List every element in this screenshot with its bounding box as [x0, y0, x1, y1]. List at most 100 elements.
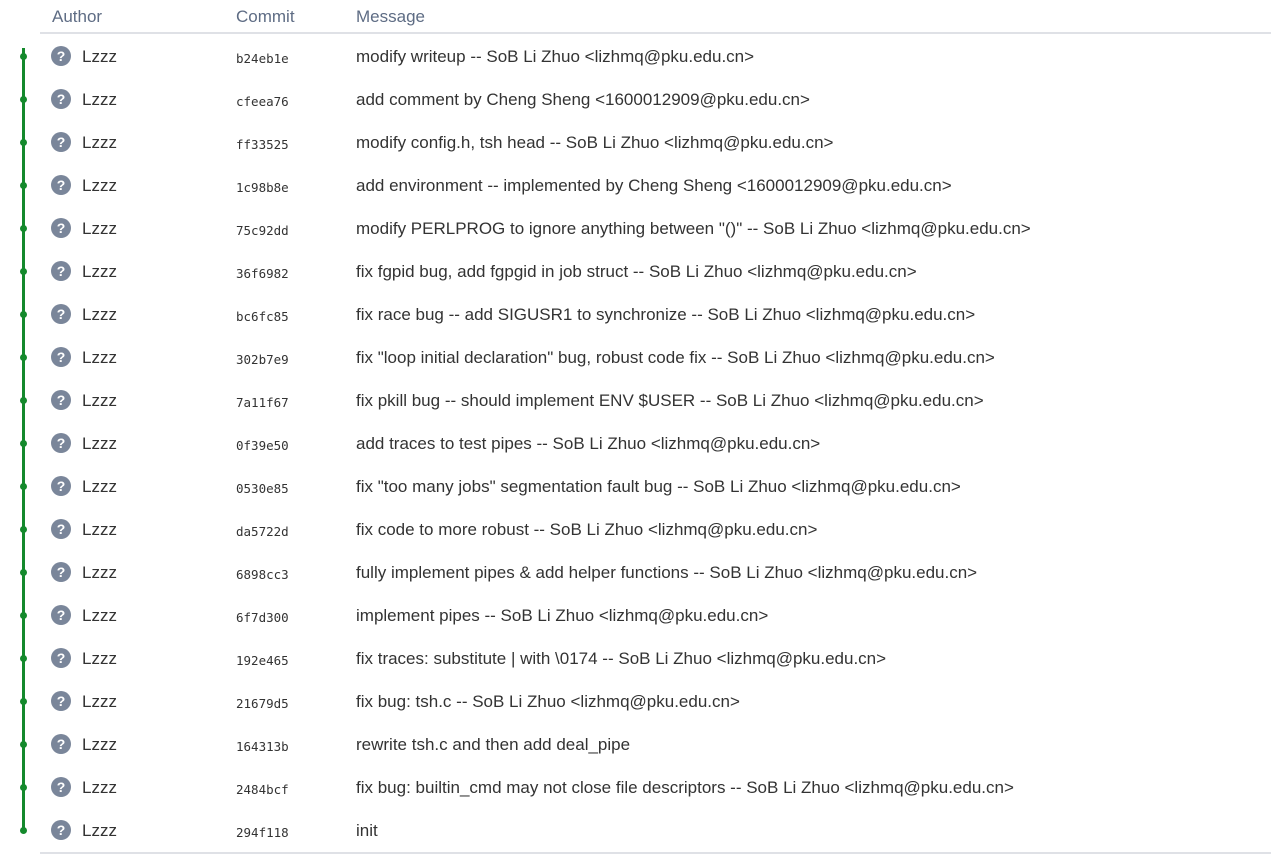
commit-graph-node — [20, 440, 27, 447]
commit-graph-node — [20, 182, 27, 189]
commit-graph-node — [20, 139, 27, 146]
commit-row[interactable]: ? Lzzz 0f39e50 add traces to test pipes -- … — [0, 422, 1271, 465]
commit-graph-node — [20, 827, 27, 834]
commit-row[interactable]: ? Lzzz 302b7e9 fix "loop initial declaratio… — [0, 336, 1271, 379]
commit-author: Lzzz — [82, 90, 117, 109]
unknown-user-avatar-icon: ? — [51, 46, 71, 66]
commit-hash-link[interactable]: 164313b — [236, 739, 289, 754]
commit-graph-node — [20, 96, 27, 103]
commit-author: Lzzz — [82, 434, 117, 453]
commit-message: fully implement pipes & add helper funct… — [356, 563, 978, 582]
commit-graph-node — [20, 53, 27, 60]
unknown-user-avatar-icon: ? — [51, 261, 71, 281]
commit-graph-node — [20, 698, 27, 705]
commit-hash-link[interactable]: cfeea76 — [236, 94, 289, 109]
commit-message: add comment by Cheng Sheng <1600012909@p… — [356, 90, 810, 109]
commit-graph-node — [20, 483, 27, 490]
commit-message: add traces to test pipes -- SoB Li Zhuo … — [356, 434, 821, 453]
commit-graph-node — [20, 225, 27, 232]
commit-message: fix traces: substitute | with \0174 -- S… — [356, 649, 887, 668]
commits-table-header: Author Commit Message — [40, 0, 1271, 34]
commit-hash-link[interactable]: 75c92dd — [236, 223, 289, 238]
unknown-user-avatar-icon: ? — [51, 605, 71, 625]
commit-hash-link[interactable]: b24eb1e — [236, 51, 289, 66]
unknown-user-avatar-icon: ? — [51, 132, 71, 152]
commit-row[interactable]: ? Lzzz 21679d5 fix bug: tsh.c -- SoB Li Zhu… — [0, 680, 1271, 723]
commit-message: fix race bug -- add SIGUSR1 to synchroni… — [356, 305, 976, 324]
commit-graph-node — [20, 569, 27, 576]
unknown-user-avatar-icon: ? — [51, 304, 71, 324]
table-bottom-border — [40, 852, 1271, 854]
unknown-user-avatar-icon: ? — [51, 390, 71, 410]
commit-message: init — [356, 821, 378, 840]
commit-row[interactable]: ? Lzzz 164313b rewrite tsh.c and then add d… — [0, 723, 1271, 766]
commit-author: Lzzz — [82, 219, 117, 238]
commit-row[interactable]: ? Lzzz da5722d fix code to more robust -- S… — [0, 508, 1271, 551]
commit-row[interactable]: ? Lzzz 294f118 init — [0, 809, 1271, 852]
commit-hash-link[interactable]: 6f7d300 — [236, 610, 289, 625]
commit-author: Lzzz — [82, 176, 117, 195]
commit-hash-link[interactable]: 294f118 — [236, 825, 289, 840]
commit-message: fix bug: tsh.c -- SoB Li Zhuo <lizhmq@pk… — [356, 692, 740, 711]
commit-message: rewrite tsh.c and then add deal_pipe — [356, 735, 631, 754]
commit-graph-node — [20, 741, 27, 748]
unknown-user-avatar-icon: ? — [51, 175, 71, 195]
commit-message: fix "loop initial declaration" bug, robu… — [356, 348, 995, 367]
commit-hash-link[interactable]: bc6fc85 — [236, 309, 289, 324]
commit-row[interactable]: ? Lzzz 192e465 fix traces: substitute | wit… — [0, 637, 1271, 680]
commit-hash-link[interactable]: da5722d — [236, 524, 289, 539]
commit-graph-node — [20, 354, 27, 361]
commit-message: modify PERLPROG to ignore anything betwe… — [356, 219, 1031, 238]
commit-author: Lzzz — [82, 520, 117, 539]
commit-author: Lzzz — [82, 391, 117, 410]
commit-hash-link[interactable]: ff33525 — [236, 137, 289, 152]
commit-row[interactable]: ? Lzzz 75c92dd modify PERLPROG to ignore an… — [0, 207, 1271, 250]
commit-hash-link[interactable]: 192e465 — [236, 653, 289, 668]
commit-row[interactable]: ? Lzzz 0530e85 fix "too many jobs" segmenta… — [0, 465, 1271, 508]
commit-graph-node — [20, 397, 27, 404]
commit-column-header: Commit — [236, 7, 295, 26]
commit-author: Lzzz — [82, 821, 117, 840]
commit-hash-link[interactable]: 0f39e50 — [236, 438, 289, 453]
commit-row[interactable]: ? Lzzz 7a11f67 fix pkill bug -- should impl… — [0, 379, 1271, 422]
commit-row[interactable]: ? Lzzz 1c98b8e add environment -- implement… — [0, 164, 1271, 207]
commit-graph-node — [20, 612, 27, 619]
commit-author: Lzzz — [82, 47, 117, 66]
unknown-user-avatar-icon: ? — [51, 519, 71, 539]
commit-row[interactable]: ? Lzzz cfeea76 add comment by Cheng Sheng <… — [0, 78, 1271, 121]
message-column-header: Message — [356, 7, 425, 26]
commit-author: Lzzz — [82, 606, 117, 625]
commit-hash-link[interactable]: 36f6982 — [236, 266, 289, 281]
commit-hash-link[interactable]: 302b7e9 — [236, 352, 289, 367]
commit-author: Lzzz — [82, 563, 117, 582]
commit-author: Lzzz — [82, 348, 117, 367]
commit-row[interactable]: ? Lzzz ff33525 modify config.h, tsh head --… — [0, 121, 1271, 164]
author-column-header: Author — [52, 7, 103, 26]
commit-message: modify config.h, tsh head -- SoB Li Zhuo… — [356, 133, 834, 152]
commit-row[interactable]: ? Lzzz 36f6982 fix fgpid bug, add fgpgid in… — [0, 250, 1271, 293]
commit-row[interactable]: ? Lzzz 6898cc3 fully implement pipes & add … — [0, 551, 1271, 594]
commit-row[interactable]: ? Lzzz b24eb1e modify writeup -- SoB Li Zhu… — [0, 35, 1271, 78]
commit-hash-link[interactable]: 6898cc3 — [236, 567, 289, 582]
commit-row[interactable]: ? Lzzz bc6fc85 fix race bug -- add SIGUSR1 … — [0, 293, 1271, 336]
commit-message: implement pipes -- SoB Li Zhuo <lizhmq@p… — [356, 606, 769, 625]
unknown-user-avatar-icon: ? — [51, 218, 71, 238]
unknown-user-avatar-icon: ? — [51, 648, 71, 668]
commit-row[interactable]: ? Lzzz 2484bcf fix bug: builtin_cmd may not… — [0, 766, 1271, 809]
commit-hash-link[interactable]: 7a11f67 — [236, 395, 289, 410]
unknown-user-avatar-icon: ? — [51, 89, 71, 109]
commit-author: Lzzz — [82, 262, 117, 281]
commit-author: Lzzz — [82, 735, 117, 754]
commit-hash-link[interactable]: 1c98b8e — [236, 180, 289, 195]
commit-graph-node — [20, 784, 27, 791]
commit-row[interactable]: ? Lzzz 6f7d300 implement pipes -- SoB Li Zh… — [0, 594, 1271, 637]
commits-table-body: ? Lzzz b24eb1e modify writeup -- SoB Li Zhu… — [0, 35, 1271, 852]
commit-message: fix pkill bug -- should implement ENV $U… — [356, 391, 984, 410]
commit-hash-link[interactable]: 21679d5 — [236, 696, 289, 711]
commit-hash-link[interactable]: 0530e85 — [236, 481, 289, 496]
commit-graph-node — [20, 655, 27, 662]
commit-message: fix "too many jobs" segmentation fault b… — [356, 477, 961, 496]
unknown-user-avatar-icon: ? — [51, 777, 71, 797]
commit-author: Lzzz — [82, 649, 117, 668]
commit-hash-link[interactable]: 2484bcf — [236, 782, 289, 797]
